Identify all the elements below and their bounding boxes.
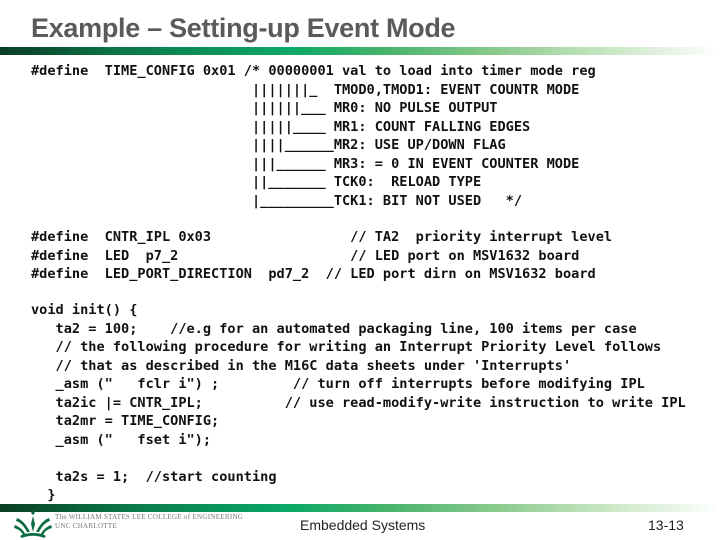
code-line: // the following procedure for writing a…	[31, 339, 662, 355]
code-line: _asm (" fset i");	[31, 431, 212, 448]
college-name: The WILLIAM STATES LEE COLLEGE of ENGINE…	[55, 513, 243, 531]
title-underline-bar	[0, 47, 720, 55]
code-line: |||||||_ TMOD0,TMOD1: EVENT COUNTR MODE	[31, 81, 580, 98]
code-line: ||_______ TCK0: RELOAD TYPE	[31, 174, 482, 190]
college-logo-icon	[14, 510, 52, 538]
code-line: |||||____ MR1: COUNT FALLING EDGES	[31, 118, 531, 135]
code-line: // that as described in the M16C data sh…	[31, 357, 572, 374]
slide-number: 13-13	[648, 517, 684, 533]
defines-block: #define CNTR_IPL 0x03 // TA2 priority in…	[31, 228, 612, 284]
code-line: ta2ic |= CNTR_IPL; // use read-modify-wr…	[31, 394, 686, 411]
footer-course-name: Embedded Systems	[300, 517, 426, 533]
code-line: _asm (" fclr i") ; // turn off interrupt…	[31, 376, 645, 392]
code-line: |||______ MR3: = 0 IN EVENT COUNTER MODE	[31, 155, 580, 172]
time-config-define-block: #define TIME_CONFIG 0x01 /* 00000001 val…	[31, 62, 596, 210]
code-line: void init() {	[31, 302, 138, 318]
code-line: }	[31, 487, 56, 503]
college-name-line2: UNC CHARLOTTE	[55, 522, 118, 530]
code-line: ta2mr = TIME_CONFIG;	[31, 413, 220, 429]
init-function-block: void init() { ta2 = 100; //e.g for an au…	[31, 301, 686, 505]
college-name-line1: The WILLIAM STATES LEE COLLEGE of ENGINE…	[55, 513, 244, 521]
code-line: ||||||___ MR0: NO PULSE OUTPUT	[31, 100, 498, 116]
code-line: ||||______MR2: USE UP/DOWN FLAG	[31, 137, 506, 153]
code-line: #define LED_PORT_DIRECTION pd7_2 // LED …	[31, 266, 596, 282]
code-line: #define CNTR_IPL 0x03 // TA2 priority in…	[31, 229, 613, 245]
footer-bar	[0, 504, 720, 512]
code-line: ta2 = 100; //e.g for an automated packag…	[31, 320, 637, 337]
code-line: ta2s = 1; //start counting	[31, 468, 277, 485]
code-line: #define LED p7_2 // LED port on MSV1632 …	[31, 247, 580, 264]
code-line: |_________TCK1: BIT NOT USED */	[31, 192, 523, 209]
slide-title: Example – Setting-up Event Mode	[31, 13, 456, 43]
code-line: #define TIME_CONFIG 0x01 /* 00000001 val…	[31, 63, 596, 79]
